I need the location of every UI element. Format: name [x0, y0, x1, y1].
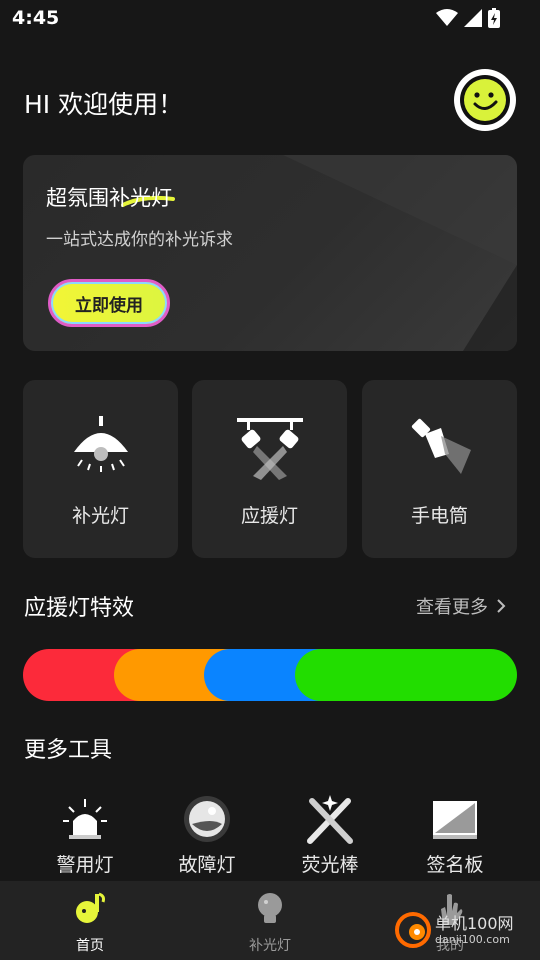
smiley-face-icon	[456, 71, 514, 129]
police-siren-icon	[63, 799, 107, 839]
nav-item-fill-light[interactable]: 补光灯	[215, 891, 325, 955]
banner-title: 超氛围补光灯	[46, 186, 172, 210]
feature-label: 补光灯	[71, 505, 129, 527]
ceiling-lamp-icon	[73, 416, 128, 472]
chevron-right-icon	[497, 599, 506, 613]
see-more-label: 查看更多	[416, 597, 488, 618]
promo-banner[interactable]: 超氛围补光灯 一站式达成你的补光诉求 立即使用	[23, 155, 517, 351]
tool-label: 警用灯	[56, 854, 114, 876]
watermark-logo-icon	[395, 912, 431, 948]
tool-fault-light[interactable]: 故障灯	[157, 794, 257, 877]
use-now-button[interactable]: 立即使用	[48, 279, 170, 327]
light-bulb-icon	[258, 893, 282, 923]
signature-board-icon	[433, 801, 477, 839]
glow-sticks-icon	[307, 795, 353, 844]
tool-label: 签名板	[426, 854, 484, 876]
effects-section-title: 应援灯特效	[24, 596, 135, 621]
feature-label: 应援灯	[240, 505, 298, 527]
status-bar: 4:45	[0, 0, 540, 38]
tools-section-title: 更多工具	[24, 738, 113, 763]
flashlight-icon	[411, 418, 471, 474]
battery-charging-icon	[488, 8, 500, 28]
tool-police-light[interactable]: 警用灯	[35, 794, 135, 877]
effects-color-strip[interactable]	[23, 649, 517, 701]
signal-icon	[464, 9, 482, 27]
effect-pill-green[interactable]	[295, 649, 517, 701]
banner-subtitle: 一站式达成你的补光诉求	[46, 230, 233, 250]
watermark-text: 单机100网	[435, 913, 514, 933]
nav-label: 首页	[76, 938, 104, 954]
stage-spotlight-icon	[236, 418, 303, 480]
tool-glow-stick[interactable]: 荧光棒	[280, 794, 380, 877]
greeting-title: HI 欢迎使用！	[24, 90, 184, 119]
wifi-icon	[436, 9, 458, 26]
watermark-url: danji100.com	[435, 932, 510, 946]
status-icons	[436, 8, 500, 28]
tool-label: 故障灯	[178, 854, 236, 876]
avatar[interactable]	[454, 69, 516, 131]
feature-card-cheer-light[interactable]: 应援灯	[192, 380, 347, 558]
nav-item-home[interactable]: 首页	[35, 891, 145, 955]
nav-label: 补光灯	[249, 938, 291, 954]
feature-label: 手电筒	[410, 505, 468, 527]
status-time: 4:45	[12, 7, 60, 29]
music-note-home-icon	[76, 892, 105, 923]
feature-card-fill-light[interactable]: 补光灯	[23, 380, 178, 558]
watermark: 单机100网 danji100.com	[395, 912, 514, 948]
ball-lamp-icon	[184, 796, 230, 842]
see-more-link[interactable]: 查看更多	[416, 593, 506, 619]
feature-card-flashlight[interactable]: 手电筒	[362, 380, 517, 558]
tool-signature-board[interactable]: 签名板	[405, 794, 505, 877]
tool-label: 荧光棒	[301, 854, 359, 876]
